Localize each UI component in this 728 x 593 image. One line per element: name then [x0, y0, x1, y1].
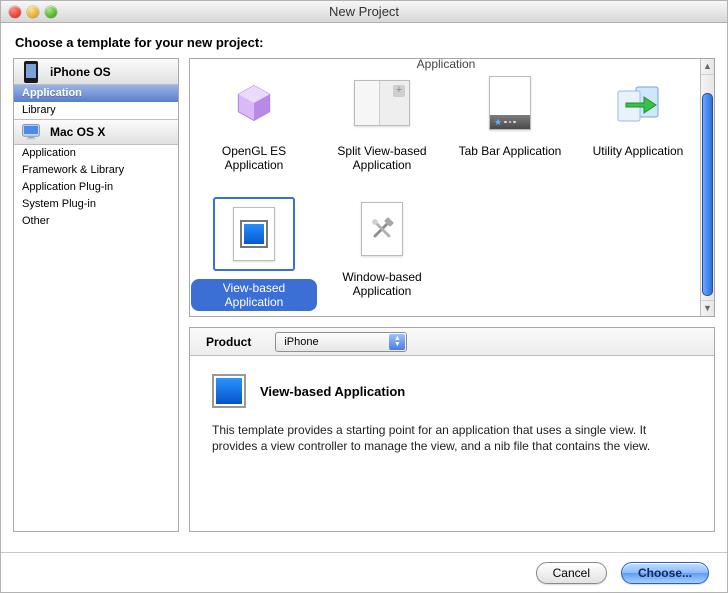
window-controls [1, 6, 57, 18]
window-tools-icon [350, 197, 414, 261]
sidebar-item-application[interactable]: Application [14, 85, 178, 102]
template-grid: OpenGL ES Application + Split View-based [190, 71, 702, 311]
scroll-down-arrow[interactable]: ▼ [701, 300, 714, 316]
sidebar: iPhone OS Application Library Mac OS X A… [13, 58, 179, 532]
product-popup[interactable]: iPhone ▲▼ [275, 332, 407, 352]
split-view-icon: + [350, 71, 414, 135]
template-label: Split View-based Application [319, 143, 445, 173]
template-label: Window-based Application [319, 269, 445, 299]
macosx-icon [20, 121, 42, 143]
minimize-window-button[interactable] [27, 6, 39, 18]
detail-description: This template provides a starting point … [212, 422, 692, 454]
popup-arrows-icon: ▲▼ [389, 334, 405, 350]
new-project-window: New Project Choose a template for your n… [0, 0, 728, 593]
sidebar-header-label: Mac OS X [50, 125, 105, 139]
scroll-up-arrow[interactable]: ▲ [701, 59, 714, 75]
sidebar-item-other[interactable]: Other [14, 213, 178, 230]
scroll-thumb[interactable] [702, 93, 713, 296]
right-pane: Application OpenGL ES Application [189, 58, 715, 532]
page-title: Choose a template for your new project: [1, 23, 727, 58]
sidebar-item-library[interactable]: Library [14, 102, 178, 119]
sidebar-item-system-plugin[interactable]: System Plug-in [14, 196, 178, 213]
detail-panel: Product iPhone ▲▼ View-based Application… [189, 327, 715, 532]
choose-button[interactable]: Choose... [621, 562, 709, 584]
sidebar-group-iphone-os: iPhone OS Application Library [14, 59, 178, 119]
template-tab-bar-application[interactable]: ★ Tab Bar Application [447, 71, 573, 173]
sidebar-header-iphone-os[interactable]: iPhone OS [14, 59, 178, 85]
sidebar-item-framework-library[interactable]: Framework & Library [14, 162, 178, 179]
detail-template-icon [212, 374, 246, 408]
template-view-based-application[interactable]: View-based Application [191, 197, 317, 311]
opengl-cube-icon [222, 71, 286, 135]
sidebar-header-macosx[interactable]: Mac OS X [14, 119, 178, 145]
utility-arrow-icon [606, 71, 670, 135]
window-title: New Project [1, 4, 727, 19]
template-label: Utility Application [589, 143, 688, 159]
sidebar-item-mac-application[interactable]: Application [14, 145, 178, 162]
detail-body: View-based Application This template pro… [190, 356, 714, 531]
template-split-view-application[interactable]: + Split View-based Application [319, 71, 445, 173]
sidebar-group-macosx: Mac OS X Application Framework & Library… [14, 119, 178, 230]
sidebar-header-label: iPhone OS [50, 65, 111, 79]
iphone-icon [20, 61, 42, 83]
footer: Cancel Choose... [1, 552, 727, 592]
template-opengl-es-application[interactable]: OpenGL ES Application [191, 71, 317, 173]
template-label: Tab Bar Application [455, 143, 566, 159]
template-label: View-based Application [191, 279, 317, 311]
main-body: iPhone OS Application Library Mac OS X A… [1, 58, 727, 544]
cancel-button[interactable]: Cancel [536, 562, 607, 584]
zoom-window-button[interactable] [45, 6, 57, 18]
product-row: Product iPhone ▲▼ [190, 328, 714, 356]
titlebar[interactable]: New Project [1, 1, 727, 23]
close-window-button[interactable] [9, 6, 21, 18]
product-label: Product [206, 335, 251, 349]
template-label-clipped: Application [190, 58, 702, 71]
template-label: OpenGL ES Application [191, 143, 317, 173]
sidebar-item-application-plugin[interactable]: Application Plug-in [14, 179, 178, 196]
template-window-based-application[interactable]: Window-based Application [319, 197, 445, 311]
template-utility-application[interactable]: Utility Application [575, 71, 701, 173]
product-popup-value: iPhone [284, 336, 318, 348]
tab-bar-icon: ★ [478, 71, 542, 135]
gallery-scrollbar[interactable]: ▲ ▼ [700, 59, 714, 316]
detail-title: View-based Application [260, 384, 405, 399]
view-based-icon [213, 197, 295, 271]
template-gallery: Application OpenGL ES Application [189, 58, 715, 317]
